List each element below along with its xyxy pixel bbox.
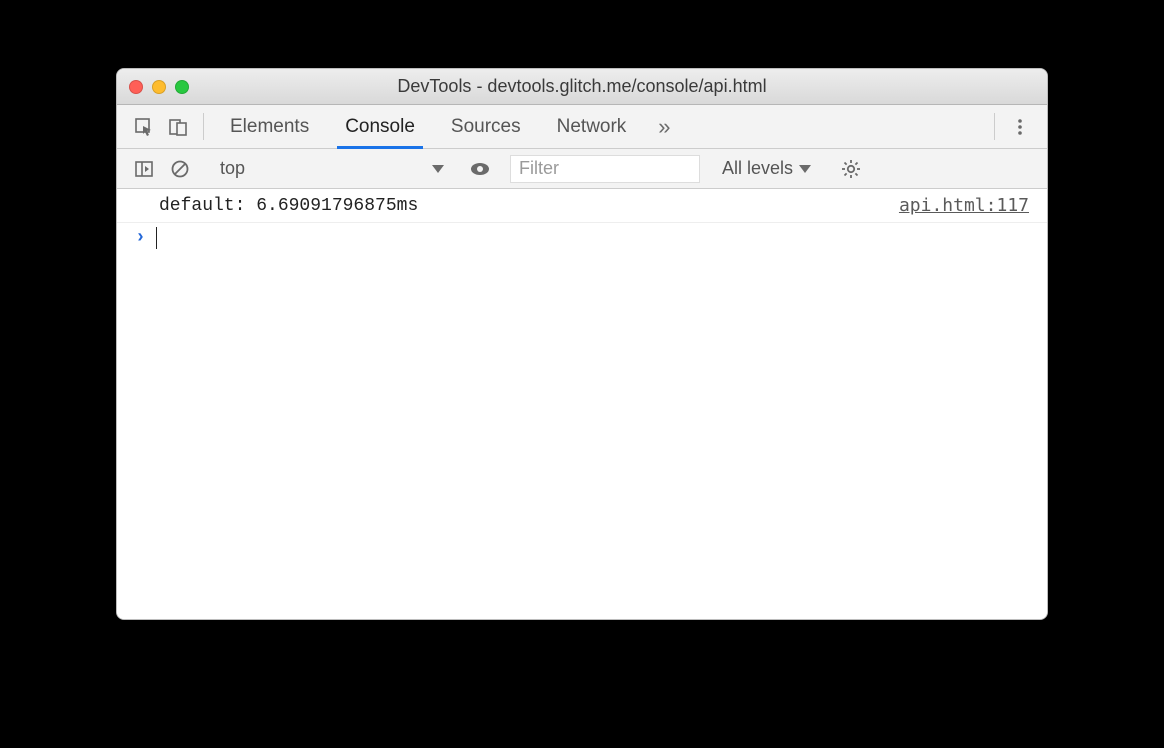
console-toolbar: top All levels <box>117 149 1047 189</box>
minimize-window-button[interactable] <box>152 80 166 94</box>
device-toolbar-icon[interactable] <box>161 105 195 148</box>
tab-console[interactable]: Console <box>327 105 433 148</box>
tab-sources[interactable]: Sources <box>433 105 539 148</box>
settings-menu-icon[interactable] <box>1003 105 1037 148</box>
tab-elements[interactable]: Elements <box>212 105 327 148</box>
log-source-link[interactable]: api.html:117 <box>899 195 1029 216</box>
chevron-down-icon <box>432 165 444 173</box>
panel-tabs: Elements Console Sources Network <box>212 105 644 148</box>
chevron-down-icon <box>799 165 811 173</box>
toggle-console-sidebar-icon[interactable] <box>127 159 161 179</box>
tab-network[interactable]: Network <box>539 105 645 148</box>
console-output: default: 6.69091796875ms api.html:117 › <box>117 189 1047 619</box>
prompt-caret-icon: › <box>135 228 146 248</box>
close-window-button[interactable] <box>129 80 143 94</box>
live-expression-icon[interactable] <box>463 158 497 180</box>
more-tabs-button[interactable]: » <box>644 105 684 148</box>
execution-context-select[interactable]: top <box>210 158 450 179</box>
text-cursor <box>156 227 158 249</box>
console-settings-icon[interactable] <box>834 159 868 179</box>
devtools-tabstrip: Elements Console Sources Network » <box>117 105 1047 149</box>
log-message: default: 6.69091796875ms <box>159 196 418 216</box>
inspect-element-icon[interactable] <box>127 105 161 148</box>
window-title: DevTools - devtools.glitch.me/console/ap… <box>117 76 1047 97</box>
log-levels-select[interactable]: All levels <box>712 158 821 179</box>
zoom-window-button[interactable] <box>175 80 189 94</box>
divider <box>203 113 204 140</box>
divider <box>994 113 995 140</box>
console-log-row: default: 6.69091796875ms api.html:117 <box>117 189 1047 223</box>
titlebar: DevTools - devtools.glitch.me/console/ap… <box>117 69 1047 105</box>
console-prompt[interactable]: › <box>117 223 1047 253</box>
devtools-window: DevTools - devtools.glitch.me/console/ap… <box>116 68 1048 620</box>
execution-context-label: top <box>220 158 245 179</box>
clear-console-icon[interactable] <box>163 159 197 179</box>
log-levels-label: All levels <box>722 158 793 179</box>
window-controls <box>129 80 189 94</box>
filter-input[interactable] <box>510 155 700 183</box>
